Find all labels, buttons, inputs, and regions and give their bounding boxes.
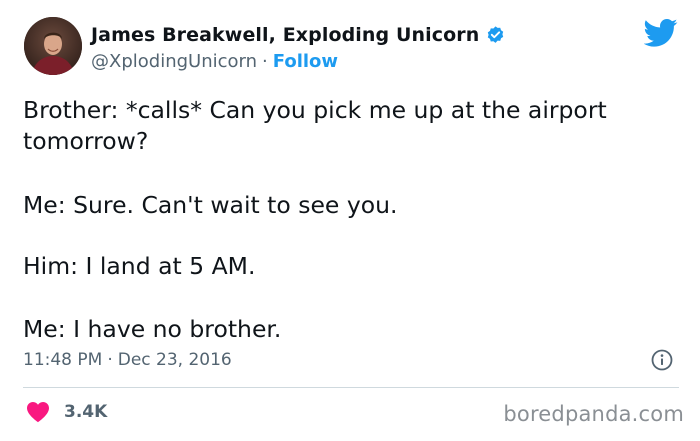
tweet-timestamp[interactable]: 11:48 PM · Dec 23, 2016 [23,347,232,373]
info-icon[interactable] [651,349,673,371]
like-button[interactable]: 3.4K [26,401,107,423]
verified-badge-icon [485,25,506,46]
tweet-line: Me: Sure. Can't wait to see you. [23,191,398,219]
divider [23,387,679,388]
author-handle[interactable]: @XplodingUnicorn [91,51,257,72]
tweet-line: tomorrow? [23,127,149,155]
tweet-time: 11:48 PM [23,350,103,370]
follow-button[interactable]: Follow [273,51,338,72]
tweet-line: Brother: *calls* Can you pick me up at t… [23,96,607,124]
handle-separator: · [262,51,268,72]
tweet-line: Me: I have no brother. [23,315,282,343]
like-count: 3.4K [64,402,108,422]
author-display-name[interactable]: James Breakwell, Exploding Unicorn [91,24,479,46]
heart-icon [26,401,50,423]
twitter-bird-icon[interactable] [643,18,678,48]
author-name-row: James Breakwell, Exploding Unicorn [91,22,506,48]
tweet-line: Him: I land at 5 AM. [23,252,256,280]
tweet-date: Dec 23, 2016 [117,350,232,370]
author-handle-row: @XplodingUnicorn · Follow [91,49,338,75]
avatar[interactable] [24,17,82,75]
tweet-card: James Breakwell, Exploding Unicorn @Xplo… [0,0,700,441]
watermark: boredpanda.com [503,402,684,426]
timestamp-separator: · [107,350,113,370]
